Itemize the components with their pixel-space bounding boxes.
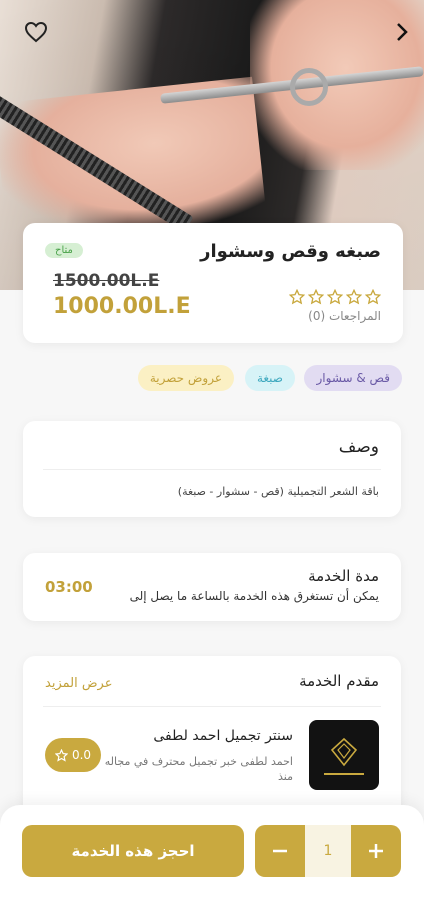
view-more-link[interactable]: عرض المزيد: [45, 676, 112, 691]
heart-icon: [24, 21, 48, 43]
duration-card: مدة الخدمة يمكن أن تستغرق هذه الخدمة بال…: [23, 553, 401, 621]
divider: [43, 469, 381, 470]
chevron-right-icon: [397, 23, 408, 41]
back-button[interactable]: [388, 18, 416, 46]
quantity-value[interactable]: 1: [305, 825, 351, 877]
provider-rating-value: 0.0: [71, 748, 92, 762]
increase-button[interactable]: [351, 825, 401, 877]
booking-bar: احجز هذه الخدمة 1: [0, 805, 424, 900]
provider-rating-badge: 0.0: [45, 738, 101, 772]
service-summary-card: صبغه وقص وسشوار متاح 1500.00L.E 1000.00L…: [23, 223, 403, 343]
old-price: 1500.00L.E: [53, 271, 160, 291]
quantity-stepper: 1: [255, 825, 401, 877]
description-title: وصف: [338, 437, 379, 457]
duration-title: مدة الخدمة: [308, 567, 379, 585]
star-icon: [365, 289, 381, 305]
reviews-count: المراجعات (0): [308, 309, 381, 323]
service-title: صبغه وقص وسشوار: [200, 241, 381, 262]
star-icon: [346, 289, 362, 305]
provider-card: مقدم الخدمة عرض المزيد سنتر تجميل احمد ل…: [23, 656, 401, 826]
duration-time: 03:00: [45, 578, 93, 596]
favorite-button[interactable]: [22, 18, 50, 46]
star-icon: [327, 289, 343, 305]
new-price: 1000.00L.E: [53, 294, 191, 319]
provider-description: احمد لطفى خبر تجميل محترف في مجاله منذ: [104, 755, 293, 783]
availability-badge: متاح: [45, 243, 83, 258]
star-icon: [289, 289, 305, 305]
decrease-button[interactable]: [255, 825, 305, 877]
rating-stars: [289, 289, 381, 305]
star-icon: [308, 289, 324, 305]
chip-exclusive-offers[interactable]: عروض حصرية: [137, 365, 234, 391]
provider-section-title: مقدم الخدمة: [299, 672, 379, 690]
divider: [43, 706, 381, 707]
provider-name[interactable]: سنتر تجميل احمد لطفى: [153, 728, 293, 744]
star-icon: [54, 748, 68, 762]
description-card: وصف باقة الشعر التجميلية (قص - سشوار - ص…: [23, 421, 401, 517]
chip-color[interactable]: صبغة: [244, 365, 295, 391]
book-service-button[interactable]: احجز هذه الخدمة: [22, 825, 244, 877]
chip-cut-blowdry[interactable]: قص & سشوار: [304, 365, 402, 391]
minus-icon: [273, 849, 287, 853]
duration-subtitle: يمكن أن تستغرق هذه الخدمة بالساعة ما يصل…: [129, 589, 379, 603]
provider-logo[interactable]: [309, 720, 379, 790]
plus-icon: [369, 844, 383, 858]
logo-icon: [330, 737, 358, 766]
description-text: باقة الشعر التجميلية (قص - سشوار - صبغة): [177, 485, 379, 498]
